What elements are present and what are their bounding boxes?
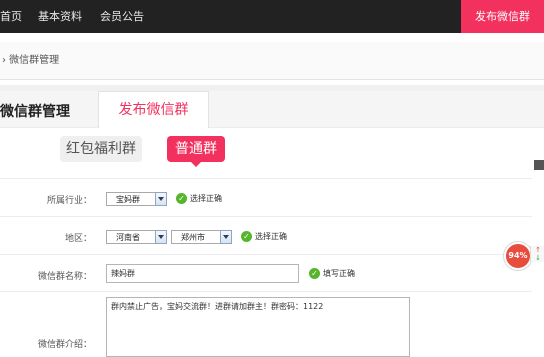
group-type-normal-label: 普通群: [175, 141, 217, 157]
group-intro-row: 微信群介绍： 群内禁止广告，宝妈交流群！进群请加群主！群密码：1122: [0, 291, 532, 357]
group-name-label: 微信群名称：: [37, 272, 92, 282]
network-speed-indicator[interactable]: ↑ ↓: [530, 246, 544, 262]
publish-group-button[interactable]: 发布微信群: [461, 0, 544, 33]
industry-select[interactable]: 宝妈群: [106, 192, 167, 206]
breadcrumb[interactable]: › 微信群管理: [2, 42, 59, 79]
region-row: 地区： 河南省 郑州市 ✓ 选择正确: [0, 216, 532, 255]
industry-status: ✓ 选择正确: [176, 193, 222, 205]
industry-label: 所属行业：: [46, 196, 92, 206]
check-icon: ✓: [309, 268, 320, 279]
city-select-value: 郑州市: [181, 233, 205, 242]
region-status: ✓ 选择正确: [241, 231, 287, 243]
selected-caret-icon: [191, 162, 201, 167]
percent-badge[interactable]: 94%: [504, 242, 532, 270]
tab-publish-group[interactable]: 发布微信群: [98, 91, 209, 128]
province-select-value: 河南省: [116, 233, 140, 242]
check-icon: ✓: [241, 231, 252, 242]
down-arrow-icon: ↓: [535, 254, 541, 262]
region-label: 地区：: [64, 234, 92, 244]
top-navigation-bar: 首页 基本资料 会员公告 发布微信群: [0, 0, 544, 33]
group-name-row: 微信群名称： 辣妈群 ✓ 填写正确: [0, 254, 532, 292]
industry-row: 所属行业： 宝妈群 ✓ 选择正确: [0, 178, 532, 217]
breadcrumb-bar: › 微信群管理: [0, 42, 544, 80]
group-intro-label: 微信群介绍：: [37, 340, 92, 350]
chevron-down-icon: [155, 192, 167, 206]
industry-status-text: 选择正确: [190, 194, 222, 203]
tabs-row: 微信群管理 发布微信群: [0, 91, 544, 128]
chevron-down-icon: [220, 230, 232, 244]
group-type-normal[interactable]: 普通群: [167, 136, 225, 167]
side-scroll-tab[interactable]: [534, 160, 544, 170]
up-arrow-icon: ↑: [535, 246, 541, 254]
group-name-input[interactable]: 辣妈群: [106, 264, 299, 283]
nav-profile[interactable]: 基本资料: [38, 0, 82, 33]
group-type-red-packet[interactable]: 红包福利群: [60, 136, 142, 162]
group-intro-textarea[interactable]: 群内禁止广告，宝妈交流群！进群请加群主！群密码：1122: [106, 297, 410, 357]
industry-select-value: 宝妈群: [116, 195, 140, 204]
chevron-down-icon: [155, 230, 167, 244]
page-title: 微信群管理: [0, 104, 70, 120]
group-name-status-text: 填写正确: [323, 269, 355, 278]
check-icon: ✓: [176, 193, 187, 204]
group-name-status: ✓ 填写正确: [309, 268, 355, 280]
nav-home[interactable]: 首页: [0, 0, 22, 33]
city-select[interactable]: 郑州市: [171, 230, 232, 244]
province-select[interactable]: 河南省: [106, 230, 167, 244]
region-status-text: 选择正确: [255, 232, 287, 241]
nav-announcements[interactable]: 会员公告: [100, 0, 144, 33]
